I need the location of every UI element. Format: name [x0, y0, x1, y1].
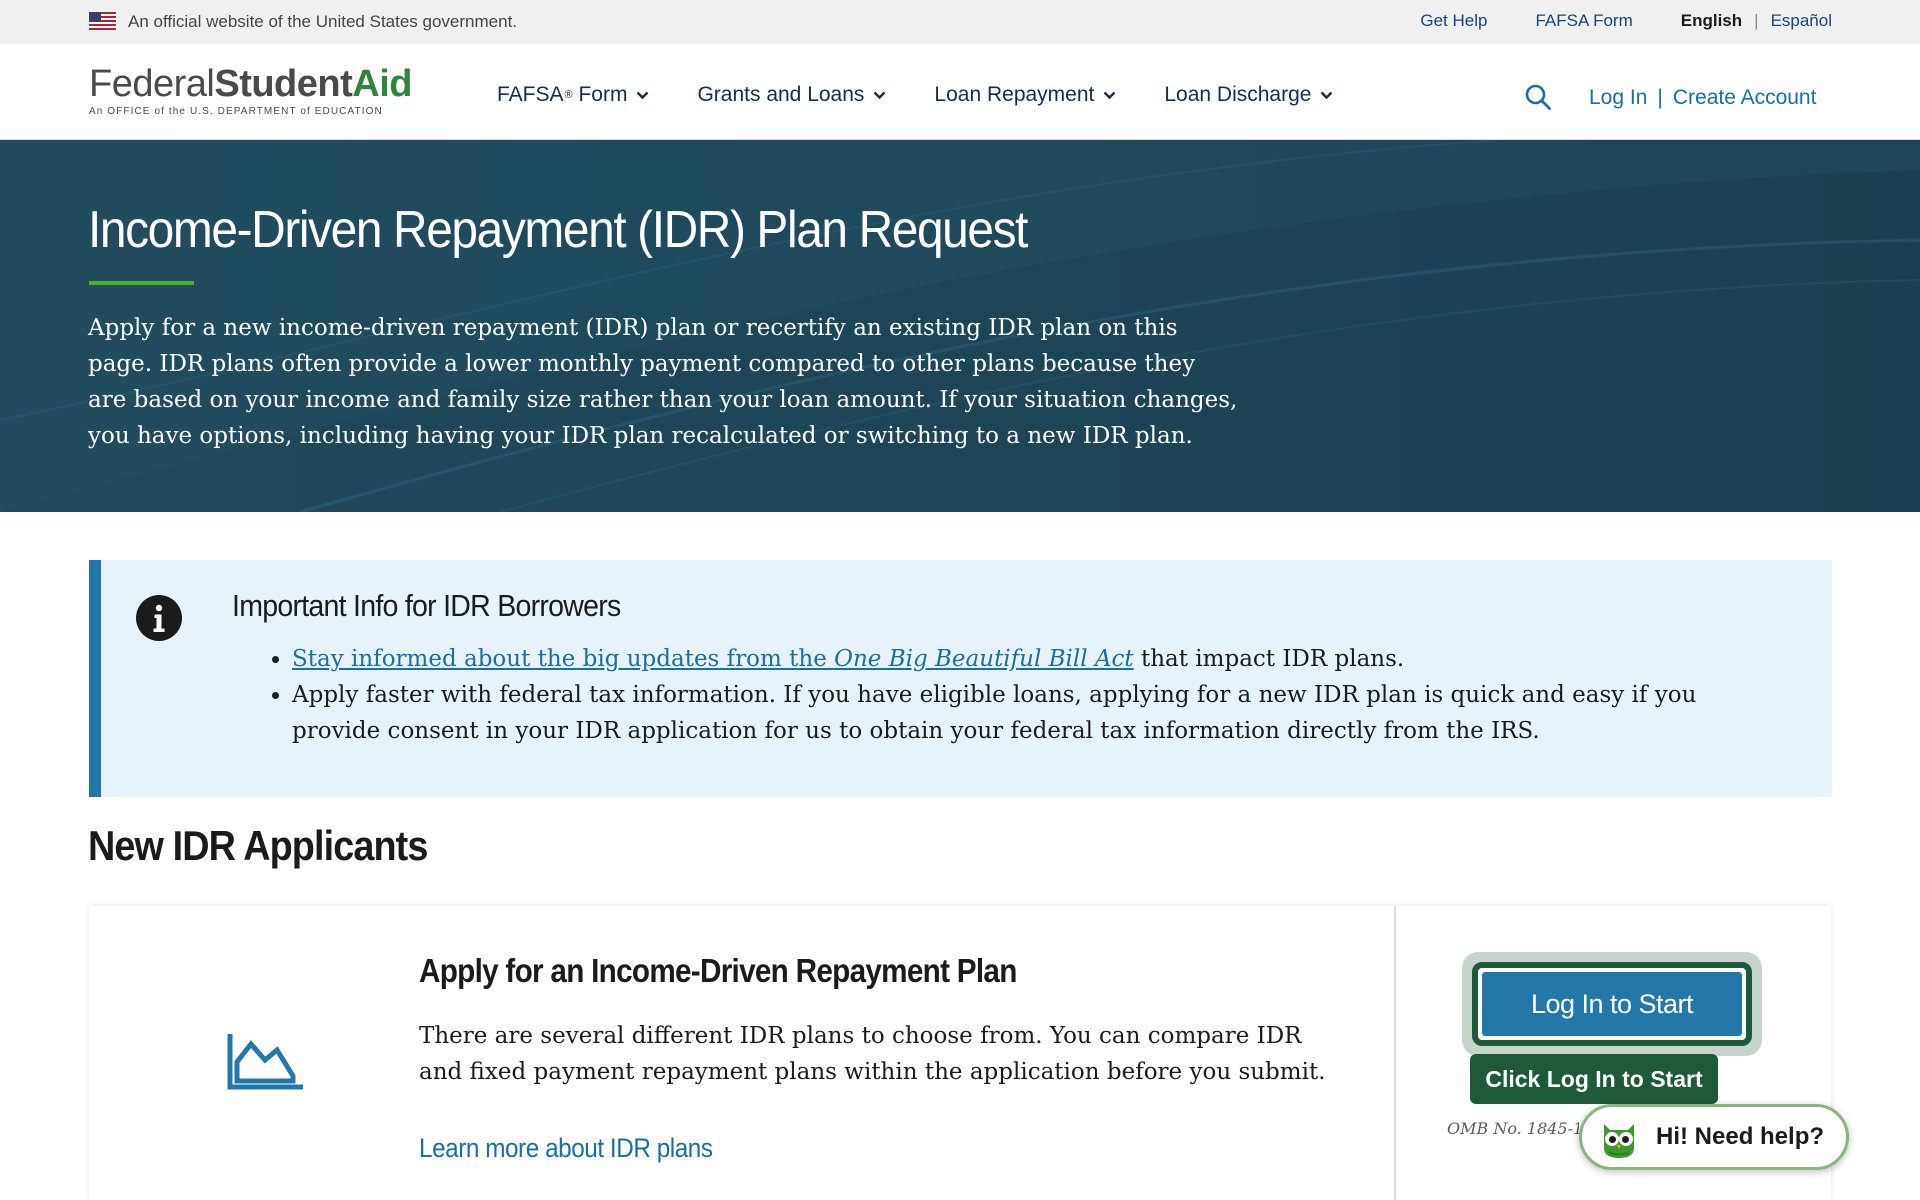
- alert-title: Important Info for IDR Borrowers: [232, 588, 621, 623]
- obbba-rest-text: that impact IDR plans.: [1133, 646, 1405, 672]
- chat-help-label: Hi! Need help?: [1656, 1123, 1825, 1150]
- logo-part-aid: Aid: [352, 63, 412, 105]
- log-in-link[interactable]: Log In: [1589, 86, 1647, 110]
- logo-subtitle: An OFFICE of the U.S. DEPARTMENT of EDUC…: [89, 106, 383, 117]
- title-accent-rule: [89, 281, 194, 285]
- gov-banner: An official website of the United States…: [0, 0, 1920, 44]
- owl-mascot-icon: [1604, 1124, 1634, 1158]
- learn-more-idr-link[interactable]: Learn more about IDR plans: [419, 1133, 713, 1164]
- login-tooltip: Click Log In to Start: [1470, 1054, 1718, 1104]
- lang-espanol[interactable]: Español: [1771, 11, 1832, 31]
- log-in-to-start-button[interactable]: Log In to Start: [1472, 962, 1752, 1046]
- area-chart-icon: [227, 1034, 303, 1090]
- fafsa-form-link[interactable]: FAFSA Form: [1535, 11, 1632, 31]
- logo-wordmark: FederalStudentAid: [89, 64, 429, 104]
- info-icon: [136, 595, 182, 641]
- nav-fafsa-suffix: Form: [572, 83, 628, 106]
- lang-separator: |: [1754, 11, 1759, 30]
- gov-banner-text: An official website of the United States…: [128, 12, 518, 31]
- nav-discharge-label: Loan Discharge: [1164, 83, 1312, 106]
- hero-banner: Income-Driven Repayment (IDR) Plan Reque…: [0, 140, 1920, 512]
- nav-repayment-label: Loan Repayment: [934, 83, 1095, 106]
- fsa-logo[interactable]: FederalStudentAid An OFFICE of the U.S. …: [89, 64, 429, 117]
- chevron-down-icon: [637, 91, 649, 99]
- site-header: FederalStudentAid An OFFICE of the U.S. …: [0, 44, 1920, 140]
- omb-number: OMB No. 1845-1: [1447, 1119, 1579, 1138]
- card-description: There are several different IDR plans to…: [419, 1023, 1326, 1085]
- card-title: Apply for an Income-Driven Repayment Pla…: [419, 952, 1017, 989]
- create-account-link[interactable]: Create Account: [1673, 86, 1817, 110]
- alert-item-tax-info: Apply faster with federal tax informatio…: [292, 677, 1732, 749]
- section-heading-new-applicants: New IDR Applicants: [88, 822, 428, 869]
- us-flag-icon: [89, 12, 116, 30]
- lang-english[interactable]: English: [1681, 11, 1742, 31]
- main-nav: FAFSA ® Form Grants and Loans Loan Repaym…: [497, 83, 1381, 107]
- utility-links: Get Help FAFSA Form English | Español: [1420, 11, 1832, 31]
- chevron-down-icon: [874, 91, 886, 99]
- nav-fafsa-form[interactable]: FAFSA ® Form: [497, 83, 649, 107]
- logo-part-federal: Federal: [89, 63, 215, 105]
- nav-fafsa-label: FAFSA: [497, 83, 564, 106]
- logo-part-student: Student: [214, 63, 353, 105]
- chevron-down-icon: [1104, 91, 1116, 99]
- chat-help-button[interactable]: Hi! Need help?: [1579, 1104, 1849, 1170]
- auth-separator: |: [1657, 86, 1663, 109]
- obbba-updates-link[interactable]: Stay informed about the big updates from…: [292, 646, 1134, 672]
- hero-description: Apply for a new income-driven repayment …: [88, 315, 1238, 449]
- search-icon[interactable]: [1524, 83, 1552, 111]
- obbba-link-text: Stay informed about the big updates from…: [292, 646, 835, 672]
- page-title: Income-Driven Repayment (IDR) Plan Reque…: [88, 201, 1028, 259]
- log-in-to-start-label: Log In to Start: [1482, 972, 1742, 1036]
- alert-item-obbba: Stay informed about the big updates from…: [292, 641, 1732, 677]
- nav-grants-label: Grants and Loans: [697, 83, 865, 106]
- card-divider: [1394, 906, 1396, 1200]
- nav-loan-discharge[interactable]: Loan Discharge: [1164, 83, 1333, 107]
- nav-grants-and-loans[interactable]: Grants and Loans: [697, 83, 886, 107]
- auth-links: Log In | Create Account: [1589, 86, 1816, 110]
- nav-loan-repayment[interactable]: Loan Repayment: [934, 83, 1116, 107]
- alert-list: Stay informed about the big updates from…: [292, 641, 1732, 749]
- chevron-down-icon: [1321, 91, 1333, 99]
- registered-mark: ®: [564, 89, 573, 101]
- get-help-link[interactable]: Get Help: [1420, 11, 1487, 31]
- obbba-link-title: One Big Beautiful Bill Act: [834, 646, 1134, 672]
